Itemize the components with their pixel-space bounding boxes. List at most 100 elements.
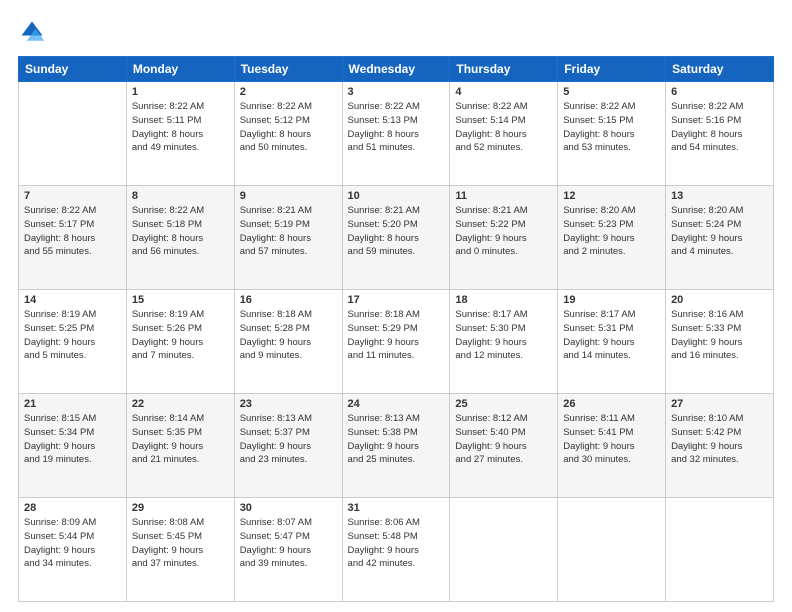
day-number: 19 — [563, 294, 660, 306]
day-cell: 15 Sunrise: 8:19 AM Sunset: 5:26 PM Dayli… — [126, 290, 234, 394]
day-cell: 2 Sunrise: 8:22 AM Sunset: 5:12 PM Daylig… — [234, 82, 342, 186]
day-cell: 24Sunrise: 8:13 AM Sunset: 5:38 PM Dayli… — [342, 394, 450, 498]
day-cell: 13 Sunrise: 8:20 AM Sunset: 5:24 PM Dayli… — [666, 186, 774, 290]
day-number: 26 — [563, 398, 660, 410]
day-cell — [666, 498, 774, 602]
day-number: 6 — [671, 86, 768, 98]
calendar-header-row: SundayMondayTuesdayWednesdayThursdayFrid… — [19, 57, 774, 82]
day-number: 14 — [24, 294, 121, 306]
logo-icon — [18, 18, 46, 46]
day-number: 13 — [671, 190, 768, 202]
day-info: Sunrise: 8:21 AM Sunset: 5:20 PM Dayligh… — [348, 204, 445, 259]
day-cell: 20 Sunrise: 8:16 AM Sunset: 5:33 PM Dayli… — [666, 290, 774, 394]
day-info: Sunrise: 8:18 AM Sunset: 5:29 PM Dayligh… — [348, 308, 445, 363]
calendar-table: SundayMondayTuesdayWednesdayThursdayFrid… — [18, 56, 774, 602]
day-info: Sunrise: 8:16 AM Sunset: 5:33 PM Dayligh… — [671, 308, 768, 363]
day-cell: 4 Sunrise: 8:22 AM Sunset: 5:14 PM Daylig… — [450, 82, 558, 186]
col-header-saturday: Saturday — [666, 57, 774, 82]
week-row-2: 7 Sunrise: 8:22 AM Sunset: 5:17 PM Daylig… — [19, 186, 774, 290]
week-row-5: 28 Sunrise: 8:09 AM Sunset: 5:44 PM Dayli… — [19, 498, 774, 602]
col-header-wednesday: Wednesday — [342, 57, 450, 82]
day-info: Sunrise: 8:21 AM Sunset: 5:22 PM Dayligh… — [455, 204, 552, 259]
day-number: 5 — [563, 86, 660, 98]
day-info: Sunrise: 8:18 AM Sunset: 5:28 PM Dayligh… — [240, 308, 337, 363]
day-info: Sunrise: 8:19 AM Sunset: 5:26 PM Dayligh… — [132, 308, 229, 363]
day-cell — [450, 498, 558, 602]
day-number: 20 — [671, 294, 768, 306]
col-header-monday: Monday — [126, 57, 234, 82]
day-info: Sunrise: 8:19 AM Sunset: 5:25 PM Dayligh… — [24, 308, 121, 363]
day-info: Sunrise: 8:22 AM Sunset: 5:18 PM Dayligh… — [132, 204, 229, 259]
day-info: Sunrise: 8:17 AM Sunset: 5:30 PM Dayligh… — [455, 308, 552, 363]
day-number: 23 — [240, 398, 337, 410]
day-cell: 7 Sunrise: 8:22 AM Sunset: 5:17 PM Daylig… — [19, 186, 127, 290]
day-cell: 29 Sunrise: 8:08 AM Sunset: 5:45 PM Dayli… — [126, 498, 234, 602]
day-info: Sunrise: 8:14 AM Sunset: 5:35 PM Dayligh… — [132, 412, 229, 467]
day-cell: 8 Sunrise: 8:22 AM Sunset: 5:18 PM Daylig… — [126, 186, 234, 290]
day-info: Sunrise: 8:20 AM Sunset: 5:24 PM Dayligh… — [671, 204, 768, 259]
col-header-tuesday: Tuesday — [234, 57, 342, 82]
day-number: 4 — [455, 86, 552, 98]
day-number: 29 — [132, 502, 229, 514]
day-number: 7 — [24, 190, 121, 202]
day-info: Sunrise: 8:22 AM Sunset: 5:17 PM Dayligh… — [24, 204, 121, 259]
day-cell: 9 Sunrise: 8:21 AM Sunset: 5:19 PM Daylig… — [234, 186, 342, 290]
week-row-3: 14 Sunrise: 8:19 AM Sunset: 5:25 PM Dayli… — [19, 290, 774, 394]
day-info: Sunrise: 8:21 AM Sunset: 5:19 PM Dayligh… — [240, 204, 337, 259]
day-cell: 31Sunrise: 8:06 AM Sunset: 5:48 PM Dayli… — [342, 498, 450, 602]
day-number: 22 — [132, 398, 229, 410]
day-cell: 26Sunrise: 8:11 AM Sunset: 5:41 PM Dayli… — [558, 394, 666, 498]
day-number: 10 — [348, 190, 445, 202]
day-number: 3 — [348, 86, 445, 98]
day-number: 21 — [24, 398, 121, 410]
day-cell — [19, 82, 127, 186]
day-cell: 19 Sunrise: 8:17 AM Sunset: 5:31 PM Dayli… — [558, 290, 666, 394]
day-info: Sunrise: 8:13 AM Sunset: 5:37 PM Dayligh… — [240, 412, 337, 467]
day-number: 24 — [348, 398, 445, 410]
page-header — [18, 18, 774, 46]
day-info: Sunrise: 8:07 AM Sunset: 5:47 PM Dayligh… — [240, 516, 337, 571]
col-header-thursday: Thursday — [450, 57, 558, 82]
day-cell: 25 Sunrise: 8:12 AM Sunset: 5:40 PM Dayli… — [450, 394, 558, 498]
day-cell: 21 Sunrise: 8:15 AM Sunset: 5:34 PM Dayli… — [19, 394, 127, 498]
day-cell: 5 Sunrise: 8:22 AM Sunset: 5:15 PM Daylig… — [558, 82, 666, 186]
day-cell: 3Sunrise: 8:22 AM Sunset: 5:13 PM Daylig… — [342, 82, 450, 186]
day-number: 15 — [132, 294, 229, 306]
day-info: Sunrise: 8:09 AM Sunset: 5:44 PM Dayligh… — [24, 516, 121, 571]
day-info: Sunrise: 8:17 AM Sunset: 5:31 PM Dayligh… — [563, 308, 660, 363]
col-header-friday: Friday — [558, 57, 666, 82]
day-cell: 16Sunrise: 8:18 AM Sunset: 5:28 PM Dayli… — [234, 290, 342, 394]
day-info: Sunrise: 8:22 AM Sunset: 5:16 PM Dayligh… — [671, 100, 768, 155]
day-info: Sunrise: 8:15 AM Sunset: 5:34 PM Dayligh… — [24, 412, 121, 467]
week-row-4: 21 Sunrise: 8:15 AM Sunset: 5:34 PM Dayli… — [19, 394, 774, 498]
day-cell: 30 Sunrise: 8:07 AM Sunset: 5:47 PM Dayli… — [234, 498, 342, 602]
day-cell: 22 Sunrise: 8:14 AM Sunset: 5:35 PM Dayli… — [126, 394, 234, 498]
day-cell: 12Sunrise: 8:20 AM Sunset: 5:23 PM Dayli… — [558, 186, 666, 290]
day-number: 1 — [132, 86, 229, 98]
day-number: 25 — [455, 398, 552, 410]
day-number: 18 — [455, 294, 552, 306]
day-cell: 1 Sunrise: 8:22 AM Sunset: 5:11 PM Daylig… — [126, 82, 234, 186]
day-number: 12 — [563, 190, 660, 202]
day-number: 28 — [24, 502, 121, 514]
day-cell: 27Sunrise: 8:10 AM Sunset: 5:42 PM Dayli… — [666, 394, 774, 498]
day-info: Sunrise: 8:08 AM Sunset: 5:45 PM Dayligh… — [132, 516, 229, 571]
day-info: Sunrise: 8:06 AM Sunset: 5:48 PM Dayligh… — [348, 516, 445, 571]
col-header-sunday: Sunday — [19, 57, 127, 82]
day-info: Sunrise: 8:12 AM Sunset: 5:40 PM Dayligh… — [455, 412, 552, 467]
day-info: Sunrise: 8:22 AM Sunset: 5:15 PM Dayligh… — [563, 100, 660, 155]
day-cell: 14 Sunrise: 8:19 AM Sunset: 5:25 PM Dayli… — [19, 290, 127, 394]
day-number: 11 — [455, 190, 552, 202]
day-number: 8 — [132, 190, 229, 202]
day-number: 9 — [240, 190, 337, 202]
day-number: 30 — [240, 502, 337, 514]
day-info: Sunrise: 8:22 AM Sunset: 5:11 PM Dayligh… — [132, 100, 229, 155]
day-cell: 11 Sunrise: 8:21 AM Sunset: 5:22 PM Dayli… — [450, 186, 558, 290]
day-cell: 6 Sunrise: 8:22 AM Sunset: 5:16 PM Daylig… — [666, 82, 774, 186]
day-number: 2 — [240, 86, 337, 98]
day-cell: 10 Sunrise: 8:21 AM Sunset: 5:20 PM Dayli… — [342, 186, 450, 290]
day-number: 17 — [348, 294, 445, 306]
day-info: Sunrise: 8:22 AM Sunset: 5:14 PM Dayligh… — [455, 100, 552, 155]
day-cell: 17 Sunrise: 8:18 AM Sunset: 5:29 PM Dayli… — [342, 290, 450, 394]
day-info: Sunrise: 8:22 AM Sunset: 5:12 PM Dayligh… — [240, 100, 337, 155]
